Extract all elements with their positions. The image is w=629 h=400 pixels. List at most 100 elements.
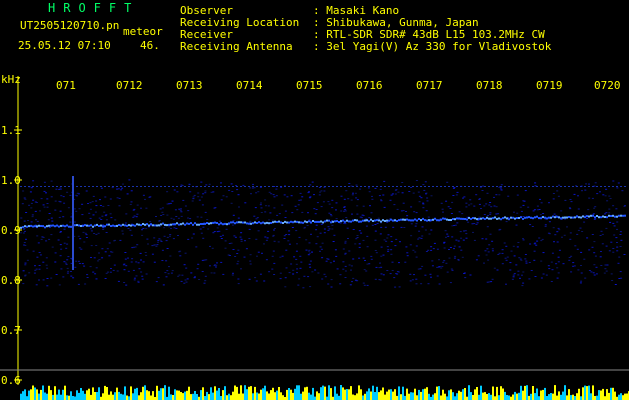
upper-line-segment (100, 186, 102, 187)
upper-line-segment (500, 186, 502, 187)
upper-line-segment (228, 186, 230, 187)
upper-line-segment (472, 186, 474, 187)
upper-line-segment (516, 186, 518, 187)
upper-line-segment (84, 186, 86, 187)
upper-line-segment (296, 186, 298, 187)
noise-band (20, 179, 626, 289)
upper-line-segment (160, 186, 162, 187)
upper-line-segment (124, 186, 126, 187)
upper-line-segment (272, 186, 274, 187)
upper-line-segment (420, 186, 422, 187)
upper-line-segment (96, 186, 98, 187)
upper-line-segment (552, 186, 554, 187)
y-tick-0-7: 0.7 (1, 324, 21, 337)
level-bars (20, 385, 629, 400)
upper-line-segment (280, 186, 282, 187)
antenna-value: : 3el Yagi(V) Az 330 for Vladivostok (313, 40, 552, 53)
y-tick-1-1: 1.1 (1, 124, 21, 137)
upper-line-segment (244, 186, 246, 187)
upper-line-segment (128, 186, 130, 187)
upper-line-segment (236, 186, 238, 187)
upper-line-segment (456, 186, 458, 187)
upper-line-segment (568, 186, 570, 187)
filename: UT2505120710.pn (20, 19, 120, 32)
upper-line-segment (60, 186, 62, 187)
upper-line-segment (352, 186, 354, 187)
upper-line-segment (604, 186, 606, 187)
upper-line-segment (260, 186, 262, 187)
upper-line-segment (440, 186, 442, 187)
upper-line-segment (136, 186, 138, 187)
upper-line-segment (444, 186, 446, 187)
upper-line-segment (528, 186, 530, 187)
x-tick-0714: 0714 (236, 79, 263, 92)
upper-line-segment (68, 186, 70, 187)
upper-line-segment (312, 186, 314, 187)
upper-line-segment (392, 186, 394, 187)
upper-line-segment (448, 186, 450, 187)
upper-line-segment (328, 186, 330, 187)
upper-line-segment (232, 186, 234, 187)
x-tick-0715: 0715 (296, 79, 323, 92)
brand-title: HROFFT (48, 1, 140, 15)
upper-line-segment (412, 186, 414, 187)
upper-line-segment (484, 186, 486, 187)
upper-line-segment (588, 186, 590, 187)
upper-line-segment (320, 186, 322, 187)
upper-line-segment (192, 186, 194, 187)
upper-line-segment (196, 186, 198, 187)
upper-line-segment (480, 186, 482, 187)
upper-line-segment (64, 186, 66, 187)
upper-line-segment (400, 186, 402, 187)
upper-line-segment (284, 186, 286, 187)
upper-line-segment (56, 186, 58, 187)
upper-line-segment (592, 186, 594, 187)
upper-line-segment (468, 186, 470, 187)
upper-line-segment (428, 186, 430, 187)
meteor-count: 46. (140, 39, 160, 52)
upper-line-segment (108, 186, 110, 187)
upper-line-segment (212, 186, 214, 187)
upper-line-segment (80, 186, 82, 187)
upper-line-segment (256, 186, 258, 187)
upper-line-segment (476, 186, 478, 187)
upper-line-segment (116, 186, 118, 187)
upper-line-segment (388, 186, 390, 187)
upper-line-segment (540, 186, 542, 187)
x-tick-0713: 0713 (176, 79, 203, 92)
upper-line-segment (132, 186, 134, 187)
upper-line-segment (620, 186, 622, 187)
upper-line-segment (200, 186, 202, 187)
upper-line-segment (52, 186, 54, 187)
upper-line-segment (216, 186, 218, 187)
x-tick-0711: 071 (56, 79, 76, 92)
x-tick-0718: 0718 (476, 79, 503, 92)
upper-line-segment (36, 186, 38, 187)
upper-line-segment (488, 186, 490, 187)
upper-line-segment (164, 186, 166, 187)
x-tick-0720: 0720 (594, 79, 621, 92)
upper-line-segment (220, 186, 222, 187)
y-tick-0-6: 0.6 (1, 374, 21, 387)
upper-line-segment (24, 186, 26, 187)
upper-line-segment (252, 186, 254, 187)
upper-line-segment (380, 186, 382, 187)
upper-line-segment (608, 186, 610, 187)
upper-line-segment (364, 186, 366, 187)
upper-line-segment (332, 186, 334, 187)
meteor-trace (72, 176, 74, 270)
upper-line-segment (492, 186, 494, 187)
upper-line-segment (504, 186, 506, 187)
upper-line-segment (204, 186, 206, 187)
upper-line-segment (316, 186, 318, 187)
upper-line-segment (168, 186, 170, 187)
upper-line-segment (32, 186, 34, 187)
upper-line-segment (88, 186, 90, 187)
x-tick-0719: 0719 (536, 79, 563, 92)
upper-line-segment (584, 186, 586, 187)
upper-line-segment (532, 186, 534, 187)
upper-line-segment (624, 186, 626, 187)
upper-line-segment (44, 186, 46, 187)
y-tick-0-9: 0.9 (1, 224, 21, 237)
upper-line-segment (292, 186, 294, 187)
